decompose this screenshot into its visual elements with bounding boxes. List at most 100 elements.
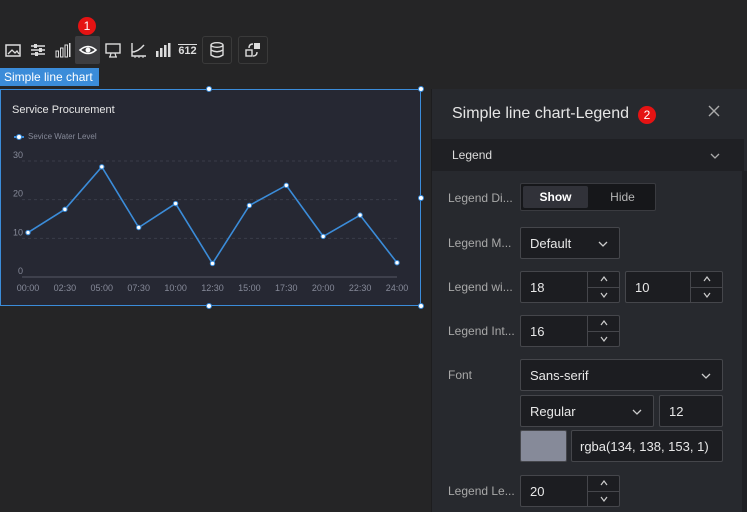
chart-toolbar: 612 <box>0 36 268 64</box>
bar-small-icon[interactable] <box>150 36 175 64</box>
x-tick-label: 05:00 <box>91 283 114 293</box>
number-icon[interactable]: 612 <box>175 36 200 64</box>
decrement-icon[interactable] <box>588 332 619 347</box>
step-badge-1: 1 <box>78 17 96 35</box>
x-tick-label: 02:30 <box>54 283 77 293</box>
font-color-swatch[interactable] <box>520 430 567 462</box>
legend-interval-input[interactable]: 16 <box>520 315 620 347</box>
decrement-icon[interactable] <box>691 288 722 303</box>
resize-handle-top[interactable] <box>206 86 212 92</box>
increment-icon[interactable] <box>588 476 619 492</box>
font-label: Font <box>448 368 473 382</box>
legend-label: Sevice Water Level <box>28 132 97 141</box>
legend-width-input[interactable]: 18 <box>520 271 620 303</box>
x-tick-label: 12:30 <box>201 283 224 293</box>
database-icon[interactable] <box>202 36 232 64</box>
font-weight-select[interactable]: Regular <box>520 395 654 427</box>
x-tick-label: 07:30 <box>127 283 150 293</box>
y-tick-label: 0 <box>18 266 23 276</box>
legend-interval-label: Legend Int... <box>448 324 515 338</box>
font-family-value: Sans-serif <box>530 367 589 383</box>
font-color-value: rgba(134, 138, 153, 1) <box>580 438 709 454</box>
data-point <box>320 233 326 240</box>
close-icon[interactable] <box>706 103 722 119</box>
y-tick-label: 20 <box>13 189 23 199</box>
panel-scrollbar[interactable] <box>742 171 747 512</box>
x-tick-label: 22:30 <box>349 283 372 293</box>
resize-handle-bottom[interactable] <box>206 303 212 309</box>
show-option[interactable]: Show <box>523 186 588 208</box>
component-tag[interactable]: Simple line chart <box>0 68 99 86</box>
increment-icon[interactable] <box>691 272 722 288</box>
x-tick-label: 15:00 <box>238 283 261 293</box>
font-weight-value: Regular <box>530 403 576 419</box>
chevron-down-icon <box>598 241 608 247</box>
legend-length-input[interactable]: 20 <box>520 475 620 507</box>
data-point <box>172 200 179 207</box>
series-line <box>27 165 398 265</box>
line-chart: 0 10 20 30 00:00 02:30 05:00 07:30 10:00 12:30 15:… <box>13 150 409 293</box>
x-tick-label: 00:00 <box>17 283 40 293</box>
x-tick-label: 24:00 <box>386 283 409 293</box>
legend-height-value: 10 <box>635 279 650 295</box>
image-icon[interactable] <box>0 36 25 64</box>
x-tick-label: 20:00 <box>312 283 335 293</box>
axis-icon[interactable] <box>125 36 150 64</box>
legend-mode-select[interactable]: Default <box>520 227 620 259</box>
increment-icon[interactable] <box>588 316 619 332</box>
resize-handle-bottom-right[interactable] <box>418 303 424 309</box>
legend-length-value: 20 <box>530 483 545 499</box>
eye-icon[interactable] <box>75 36 100 64</box>
legend-mode-value: Default <box>530 235 572 251</box>
legend-display-toggle: Show Hide <box>520 183 656 211</box>
font-size-input[interactable]: 12 <box>659 395 723 427</box>
legend-settings-panel: Simple line chart-Legend 2 Legend Legend… <box>431 89 747 512</box>
chevron-down-icon <box>632 409 642 415</box>
data-point <box>357 212 363 218</box>
y-tick-label: 30 <box>13 150 23 160</box>
height-stepper <box>690 272 722 302</box>
legend-marker <box>14 133 24 140</box>
data-point <box>209 260 216 267</box>
editor-canvas: 612 1 Simple line chart 0 10 20 30 00:00 02:3… <box>0 0 747 512</box>
hide-option[interactable]: Hide <box>590 184 655 210</box>
resize-handle-top-right[interactable] <box>418 86 424 92</box>
x-tick-label: 10:00 <box>164 283 187 293</box>
step-badge-2: 2 <box>638 106 656 124</box>
chevron-down-icon <box>701 373 711 379</box>
monitor-icon[interactable] <box>100 36 125 64</box>
legend-width-label: Legend wi... <box>448 280 513 294</box>
section-legend-header[interactable]: Legend <box>432 139 744 171</box>
section-label: Legend <box>452 148 493 162</box>
data-point <box>246 202 253 209</box>
legend-width-value: 18 <box>530 279 545 295</box>
data-point <box>99 164 105 170</box>
font-family-select[interactable]: Sans-serif <box>520 359 723 391</box>
panel-title: Simple line chart-Legend <box>452 105 629 122</box>
interaction-icon[interactable] <box>238 36 268 64</box>
sliders-icon[interactable] <box>25 36 50 64</box>
number-label: 612 <box>178 43 197 57</box>
chart-legend[interactable]: Sevice Water Level <box>14 132 97 141</box>
data-point <box>62 206 68 213</box>
width-stepper <box>587 272 619 302</box>
chart-title: Service Procurement <box>12 104 115 116</box>
increment-icon[interactable] <box>588 272 619 288</box>
bar-chart-icon[interactable] <box>50 36 75 64</box>
legend-mode-label: Legend M... <box>448 236 512 250</box>
legend-height-input[interactable]: 10 <box>625 271 723 303</box>
resize-handle-right[interactable] <box>418 195 424 201</box>
data-point <box>394 259 400 266</box>
font-size-value: 12 <box>669 403 684 419</box>
legend-interval-value: 16 <box>530 323 545 339</box>
y-tick-label: 10 <box>13 227 23 237</box>
x-tick-label: 17:30 <box>275 283 298 293</box>
line-chart-component[interactable]: 0 10 20 30 00:00 02:30 05:00 07:30 10:00 12:30 15:… <box>0 89 421 306</box>
decrement-icon[interactable] <box>588 288 619 303</box>
data-point <box>25 229 31 236</box>
data-point <box>136 224 142 231</box>
legend-length-label: Legend Le... <box>448 484 515 498</box>
decrement-icon[interactable] <box>588 492 619 507</box>
chevron-down-icon <box>710 153 720 159</box>
font-color-input[interactable]: rgba(134, 138, 153, 1) <box>571 430 723 462</box>
